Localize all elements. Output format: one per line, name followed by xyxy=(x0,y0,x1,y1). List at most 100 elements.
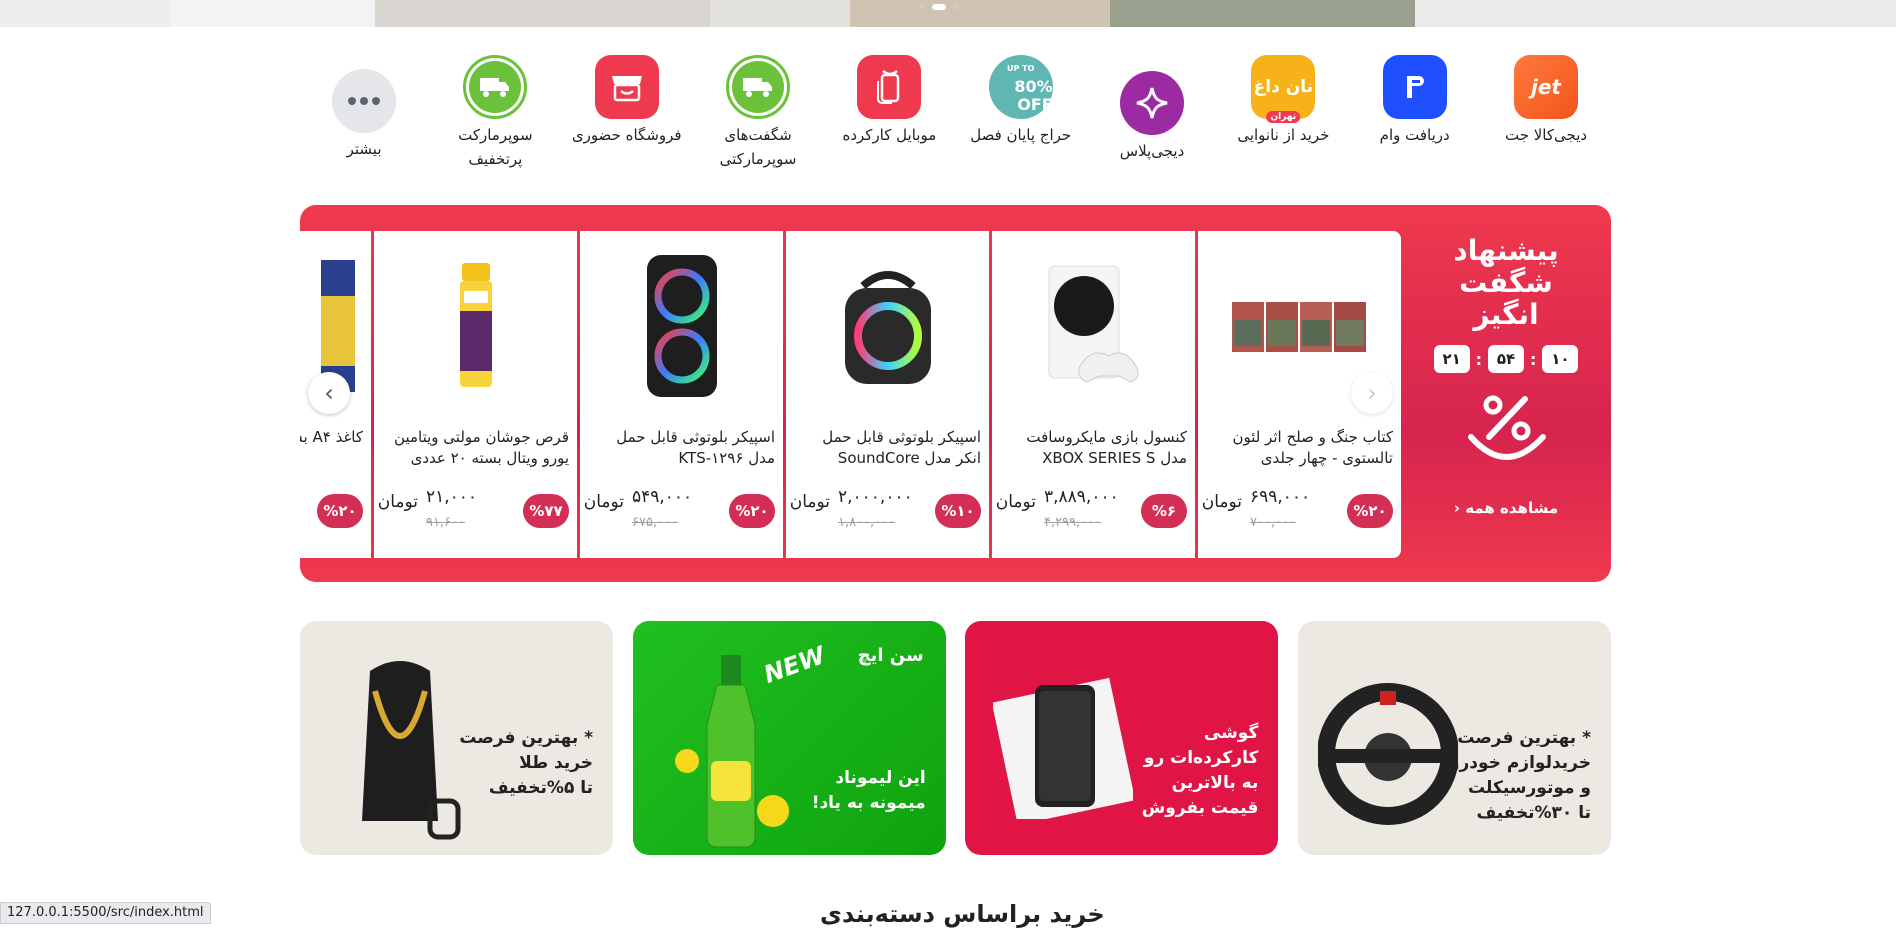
amazing-title: پیشنهاد شگفت انگیز xyxy=(1453,234,1559,331)
banner-lemonade[interactable]: سن ایچ این لیموناد میمونه به یاد! NEW xyxy=(632,621,946,855)
product-name: اسپیکر بلوتوثی قابل حمل مدل KTS-۱۲۹۶ xyxy=(616,428,775,467)
timer-minutes: ۵۴ xyxy=(1488,345,1524,373)
shortcut-label: فروشگاه حضوری xyxy=(571,126,682,144)
brand-logo: سن ایچ xyxy=(857,645,924,666)
shortcut-loan[interactable]: دریافت وام xyxy=(1351,55,1479,175)
product-name: کاغذ A۴ بسته ۵۰۰ xyxy=(300,428,363,446)
shortcut-label: شگفت‌های سوپرمارکتی xyxy=(719,126,797,168)
product-price: ۲۱,۰۰۰ xyxy=(426,487,478,507)
amazing-percent-icon xyxy=(1461,391,1551,475)
digiplus-icon xyxy=(1120,71,1185,135)
loan-icon xyxy=(1382,55,1447,119)
old-price: ۱,۸۰۰,۰۰۰ xyxy=(838,515,896,530)
supermarket-truck-icon xyxy=(726,55,791,119)
party-speaker-image xyxy=(607,251,757,401)
sale-icon: UP TO 80% OFF xyxy=(988,55,1053,119)
currency-label: تومان xyxy=(995,492,1036,512)
shortcut-label: دیجی‌پلاس xyxy=(1119,142,1185,160)
currency-label: تومان xyxy=(789,492,830,512)
currency-label: تومان xyxy=(377,492,418,512)
see-all-link[interactable]: مشاهده همه ‹ xyxy=(1454,495,1558,521)
shortcut-more[interactable]: بیشتر xyxy=(300,55,428,175)
hero-dot[interactable] xyxy=(954,4,960,10)
product-card[interactable]: اسپیکر بلوتوثی قابل حمل انکر مدل SoundCo… xyxy=(786,231,989,558)
discount-badge: %۷۷ xyxy=(523,494,569,528)
old-price: ۹۱,۶۰۰ xyxy=(426,515,466,530)
chevron-left-icon: ‹ xyxy=(1453,499,1461,517)
old-price: ۴,۲۹۹,۰۰۰ xyxy=(1044,515,1102,530)
product-card[interactable]: قرص جوشان مولتی ویتامین یورو ویتال بسته … xyxy=(374,231,577,558)
lemonade-bottle-image xyxy=(673,651,793,855)
banner-text: گوشی کارکرده‌ات رو به بالاترین قیمت بفروش xyxy=(1141,723,1259,818)
shortcut-digikala-jet[interactable]: jet دیجی‌کالا جت xyxy=(1482,55,1610,175)
carousel-prev-button[interactable]: ‹ xyxy=(308,372,350,414)
product-price: ۵۴۹,۰۰۰ xyxy=(632,487,693,507)
phone-box-image xyxy=(992,659,1136,826)
product-card[interactable]: اسپیکر بلوتوثی قابل حمل مدل KTS-۱۲۹۶ %۲۰… xyxy=(580,231,783,558)
browser-status-url: 127.0.0.1:5500/src/index.html xyxy=(0,902,211,924)
old-price: ۷۰۰,۰۰۰ xyxy=(1250,515,1297,530)
countdown-timer: ۲۱ : ۵۴ : ۱۰ xyxy=(1433,345,1579,373)
store-icon xyxy=(594,55,659,119)
shortcut-season-sale[interactable]: UP TO 80% OFF حراج پایان فصل xyxy=(957,55,1085,175)
promo-banners: * بهترین فرصت خریدلوازم خودرو و موتورسیکلت… xyxy=(300,621,1611,855)
used-mobile-icon xyxy=(857,55,922,119)
hero-dot[interactable] xyxy=(918,4,924,10)
product-name: قرص جوشان مولتی ویتامین یورو ویتال بسته … xyxy=(394,428,569,467)
product-name: کنسول بازی مایکروسافت مدل XBOX SERIES S xyxy=(1026,428,1187,467)
discount-badge: %۲۰ xyxy=(317,494,363,528)
book-set-image xyxy=(1225,251,1375,401)
chevron-right-icon: › xyxy=(1367,379,1377,407)
shortcut-physical-store[interactable]: فروشگاه حضوری xyxy=(563,55,691,175)
shortcut-bakery[interactable]: نان داغ تهران خرید از نانوایی xyxy=(1219,55,1347,175)
product-card[interactable]: کنسول بازی مایکروسافت مدل XBOX SERIES S … xyxy=(992,231,1195,558)
city-badge: تهران xyxy=(1266,111,1301,123)
shortcut-label: خرید از نانوایی xyxy=(1237,126,1330,144)
amazing-products-carousel[interactable]: کتاب جنگ و صلح اثر لئون تالستوی - چهار ج… xyxy=(300,231,1401,558)
gold-necklace-image xyxy=(330,651,470,855)
shortcut-discount-supermarket[interactable]: سوپرمارکت پرتخفیف xyxy=(431,55,559,175)
discount-truck-icon xyxy=(463,55,528,119)
banner-text: * بهترین فرصت خرید طلا تا ۵%تخفیف xyxy=(459,728,594,798)
timer-hours: ۲۱ xyxy=(1433,345,1470,373)
banner-sell-used-phone[interactable]: گوشی کارکرده‌ات رو به بالاترین قیمت بفروش xyxy=(965,621,1279,855)
banner-text: این لیموناد میمونه به یاد! xyxy=(811,768,926,813)
amazing-offers-section: پیشنهاد شگفت انگیز ۲۱ : ۵۴ : ۱۰ مشاهده ه… xyxy=(300,205,1611,582)
discount-badge: %۶ xyxy=(1141,494,1187,528)
old-price: ۶۷۵,۰۰۰ xyxy=(632,515,679,530)
shortcut-label: بیشتر xyxy=(346,140,382,158)
product-name: کتاب جنگ و صلح اثر لئون تالستوی - چهار ج… xyxy=(1232,428,1393,467)
jet-icon: jet xyxy=(1514,55,1578,119)
discount-badge: %۲۰ xyxy=(729,494,775,528)
shortcut-label: سوپرمارکت پرتخفیف xyxy=(458,126,533,168)
currency-label: تومان xyxy=(583,492,624,512)
hero-banner-strip[interactable] xyxy=(0,0,1896,27)
speaker-image xyxy=(813,251,963,401)
shortcut-label: دیجی‌کالا جت xyxy=(1504,126,1588,144)
shortcut-label: حراج پایان فصل xyxy=(970,126,1072,144)
carousel-next-button[interactable]: › xyxy=(1351,372,1393,414)
bakery-icon: نان داغ تهران xyxy=(1251,55,1316,123)
quick-access-shortcuts: jet دیجی‌کالا جت دریافت وام نان داغ تهرا… xyxy=(300,55,1610,175)
product-price: ۳,۸۸۹,۰۰۰ xyxy=(1044,487,1119,507)
shortcut-digiplus[interactable]: دیجی‌پلاس xyxy=(1088,55,1216,175)
currency-label: تومان xyxy=(1201,492,1242,512)
hero-pagination[interactable] xyxy=(918,4,960,10)
discount-badge: %۱۰ xyxy=(935,494,981,528)
hero-dot-active[interactable] xyxy=(932,4,946,10)
shortcut-used-mobile[interactable]: موبایل کارکرده xyxy=(825,55,953,175)
banner-car-accessories[interactable]: * بهترین فرصت خریدلوازم خودرو و موتورسیکلت… xyxy=(1298,621,1611,855)
banner-gold[interactable]: * بهترین فرصت خرید طلا تا ۵%تخفیف xyxy=(300,621,614,855)
product-price: ۲,۰۰۰,۰۰۰ xyxy=(838,487,913,507)
timer-seconds: ۱۰ xyxy=(1542,345,1579,373)
shortcut-supermarket-deals[interactable]: شگفت‌های سوپرمارکتی xyxy=(694,55,822,175)
section-title-categories: خرید براساس دسته‌بندی xyxy=(820,900,1105,928)
shortcut-label: موبایل کارکرده xyxy=(842,126,937,144)
vitamin-image xyxy=(401,251,551,401)
console-image xyxy=(1019,251,1169,401)
discount-badge: %۲۰ xyxy=(1347,494,1393,528)
steering-wheel-image xyxy=(1317,679,1459,833)
shortcut-label: دریافت وام xyxy=(1379,126,1450,144)
amazing-header: پیشنهاد شگفت انگیز ۲۱ : ۵۴ : ۱۰ مشاهده ه… xyxy=(1401,205,1611,582)
chevron-left-icon: ‹ xyxy=(324,379,334,407)
